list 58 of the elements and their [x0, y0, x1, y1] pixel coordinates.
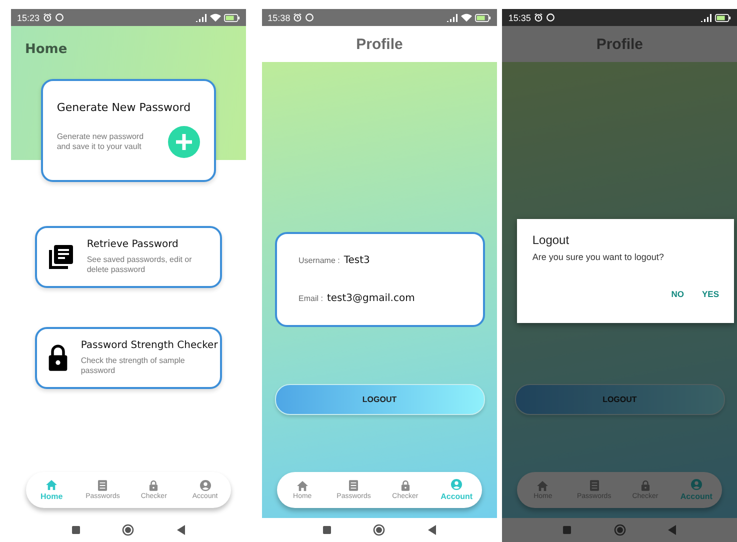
logout-button[interactable]: LOGOUT	[514, 384, 725, 415]
wifi-icon	[461, 13, 472, 22]
signal-icon	[194, 14, 207, 22]
logout-button[interactable]: LOGOUT	[274, 384, 484, 415]
page-title: Profile	[356, 36, 403, 52]
list-icon	[590, 480, 599, 491]
status-time: 15:23	[17, 12, 40, 22]
feature-card[interactable]: Generate New Password Generate new password and save it to your vault	[40, 79, 216, 182]
account-icon	[451, 479, 462, 490]
card-title: Retrieve Password	[86, 239, 180, 250]
wifi-icon	[210, 13, 221, 22]
home-circle-icon[interactable]	[122, 524, 134, 536]
home-icon	[46, 480, 58, 490]
card-title: Password Strength Checker	[80, 340, 218, 352]
account-icon	[690, 479, 702, 490]
home-icon	[296, 480, 308, 490]
status-time: 15:35	[508, 12, 531, 22]
alarm-clock-icon	[534, 13, 543, 22]
home-circle-icon[interactable]	[373, 524, 386, 536]
list-icon	[349, 480, 358, 491]
square-icon[interactable]	[322, 526, 331, 534]
alarm-clock-icon	[42, 13, 52, 22]
documents-icon	[46, 243, 75, 271]
feature-card[interactable]: Retrieve Password See saved passwords, edit or delete password	[34, 226, 222, 288]
card-description: See saved passwords, edit or delete password	[86, 255, 193, 275]
lock-icon	[46, 344, 69, 372]
lock-icon	[149, 480, 158, 491]
back-icon[interactable]	[428, 525, 436, 535]
card-description: Generate new password and save it to your vault	[56, 132, 145, 152]
nav-tab[interactable]: Account	[434, 479, 479, 501]
feature-card[interactable]: Password Strength Checker Check the strength of sample password	[34, 327, 222, 389]
dialog-button[interactable]: NO	[671, 289, 684, 299]
field-value: test3@gmail.com	[326, 292, 415, 304]
alarm-clock-icon	[293, 13, 302, 22]
dialog-message: Are you sure you want to logout?	[532, 252, 665, 262]
status-time: 15:38	[268, 12, 290, 22]
battery-icon	[715, 14, 732, 22]
page-title: Home	[25, 42, 68, 57]
square-icon[interactable]	[72, 526, 80, 534]
field-label: Email :	[298, 294, 323, 303]
battery-icon	[475, 14, 492, 22]
list-icon	[98, 480, 108, 491]
signal-icon	[700, 14, 712, 22]
battery-icon	[224, 14, 240, 22]
card-description: Check the strength of sample password	[80, 356, 186, 376]
lock-icon	[640, 480, 650, 491]
nav-tab[interactable]: Home	[30, 480, 74, 500]
account-icon	[200, 480, 211, 491]
field-label: Username :	[298, 256, 340, 266]
dialog-button[interactable]: YES	[702, 289, 720, 299]
home-icon	[537, 480, 548, 490]
signal-icon	[446, 14, 458, 22]
field-value: Test3	[344, 255, 370, 266]
page-title: Profile	[596, 36, 644, 52]
dialog-title: Logout	[532, 233, 570, 247]
back-icon[interactable]	[176, 525, 185, 535]
card-title: Generate New Password	[56, 101, 192, 114]
lock-icon	[400, 480, 410, 491]
